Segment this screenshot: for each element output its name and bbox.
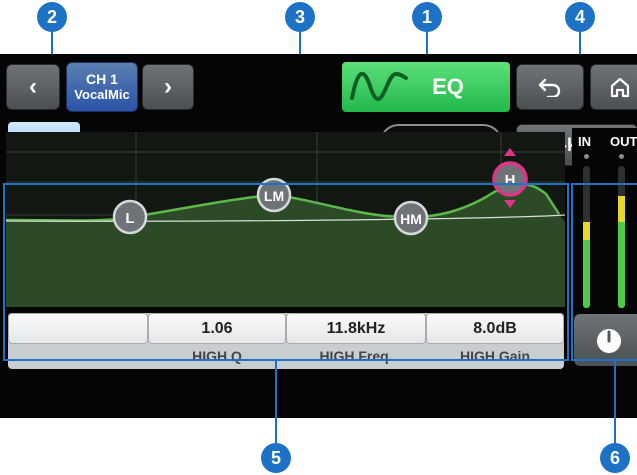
eq-button[interactable]: EQ (342, 62, 510, 112)
eq-curve-icon (350, 72, 408, 101)
callout-1: 1 (412, 2, 442, 32)
callout-2: 2 (37, 2, 67, 32)
home-icon (610, 77, 630, 98)
callout-6-line (614, 361, 616, 445)
eq-label: EQ (432, 74, 464, 99)
callout-4: 4 (565, 2, 595, 32)
home-button[interactable] (590, 64, 637, 110)
callout-3: 3 (285, 2, 315, 32)
next-channel-button[interactable]: › (142, 64, 194, 110)
meter-out-peak (619, 154, 624, 159)
meter-out-label: OUT (610, 134, 637, 149)
undo-icon (538, 78, 561, 97)
channel-number: CH 1 (86, 71, 118, 87)
undo-button[interactable] (516, 64, 584, 110)
meter-in-peak (584, 154, 589, 159)
callout-5: 5 (261, 443, 291, 473)
graph-highlight-frame (3, 183, 569, 361)
meter-highlight-frame (571, 183, 637, 361)
channel-selector[interactable]: CH 1 VocalMic (66, 62, 138, 112)
channel-name: VocalMic (74, 87, 130, 102)
callout-5-line (275, 361, 277, 445)
prev-channel-button[interactable]: ‹ (6, 64, 60, 110)
meter-in-label: IN (578, 134, 591, 149)
callout-6: 6 (600, 443, 630, 473)
